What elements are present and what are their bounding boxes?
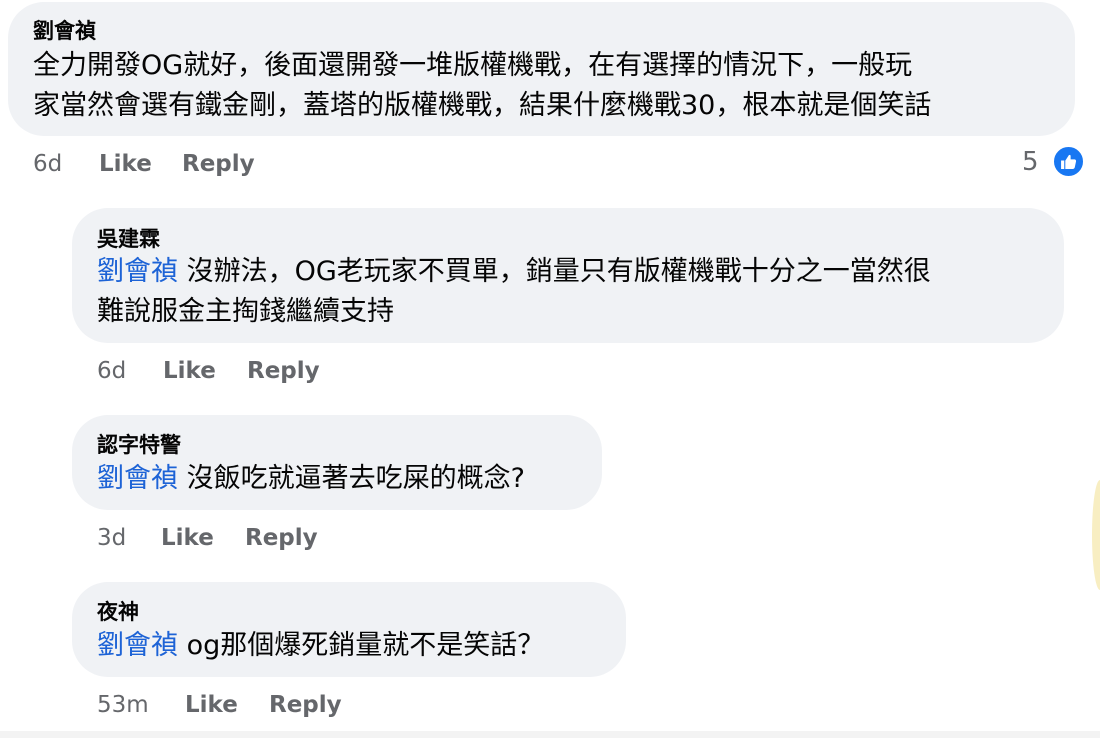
like-button[interactable]: Like xyxy=(161,523,214,553)
comment-author[interactable]: 夜神 xyxy=(97,599,139,625)
reply-button[interactable]: Reply xyxy=(182,149,255,179)
comment-author[interactable]: 劉會禎 xyxy=(33,18,96,44)
mention-link[interactable]: 劉會禎 xyxy=(97,630,178,661)
comment-meta: 6d Like Reply xyxy=(97,356,397,386)
comment-text: og那個爆死銷量就不是笑話？ xyxy=(178,630,545,661)
comment-text-line: 難說服金主掏錢繼續支持 xyxy=(97,296,394,327)
comment-text-line: 家當然會選有鐵金剛，蓋塔的版權機戰，結果什麼機戰30，根本就是個笑話 xyxy=(33,90,932,121)
thumbs-up-icon xyxy=(1052,145,1085,178)
reply-button[interactable]: Reply xyxy=(245,523,318,553)
comment-meta: 6d Like Reply xyxy=(33,149,333,179)
comment-text-line: 劉會禎 沒飯吃就逼著去吃屎的概念? xyxy=(97,459,525,499)
like-button[interactable]: Like xyxy=(99,149,152,179)
comment-timestamp[interactable]: 53m xyxy=(97,690,149,720)
edge-decoration xyxy=(1092,480,1100,590)
reply-button[interactable]: Reply xyxy=(247,356,320,386)
comment-text-line: 全力開發OG就好，後面還開發一堆版權機戰，在有選擇的情況下，一般玩 xyxy=(33,50,913,81)
like-button[interactable]: Like xyxy=(185,690,238,720)
comment-author[interactable]: 認字特警 xyxy=(97,432,181,458)
comment-meta: 3d Like Reply xyxy=(97,523,397,553)
bottom-divider xyxy=(0,731,1100,738)
reply-button[interactable]: Reply xyxy=(269,690,342,720)
comment-text: 沒辦法，OG老玩家不買單，銷量只有版權機戰十分之一當然很 xyxy=(178,256,931,287)
comment-author[interactable]: 吳建霖 xyxy=(97,226,160,252)
comment-text: 沒飯吃就逼著去吃屎的概念? xyxy=(178,463,525,494)
comment-text-line: 劉會禎 沒辦法，OG老玩家不買單，銷量只有版權機戰十分之一當然很 xyxy=(97,252,931,292)
comment-thread: 劉會禎 全力開發OG就好，後面還開發一堆版權機戰，在有選擇的情況下，一般玩 家當… xyxy=(0,0,1100,738)
comment-timestamp[interactable]: 3d xyxy=(97,523,126,553)
comment-timestamp[interactable]: 6d xyxy=(33,149,62,179)
mention-link[interactable]: 劉會禎 xyxy=(97,463,178,494)
like-button[interactable]: Like xyxy=(163,356,216,386)
comment-timestamp[interactable]: 6d xyxy=(97,356,126,386)
reaction-summary[interactable]: 5 xyxy=(1022,145,1086,179)
reaction-count: 5 xyxy=(1022,147,1039,177)
comment-text-line: 劉會禎 og那個爆死銷量就不是笑話？ xyxy=(97,626,544,666)
comment-meta: 53m Like Reply xyxy=(97,690,417,720)
mention-link[interactable]: 劉會禎 xyxy=(97,256,178,287)
